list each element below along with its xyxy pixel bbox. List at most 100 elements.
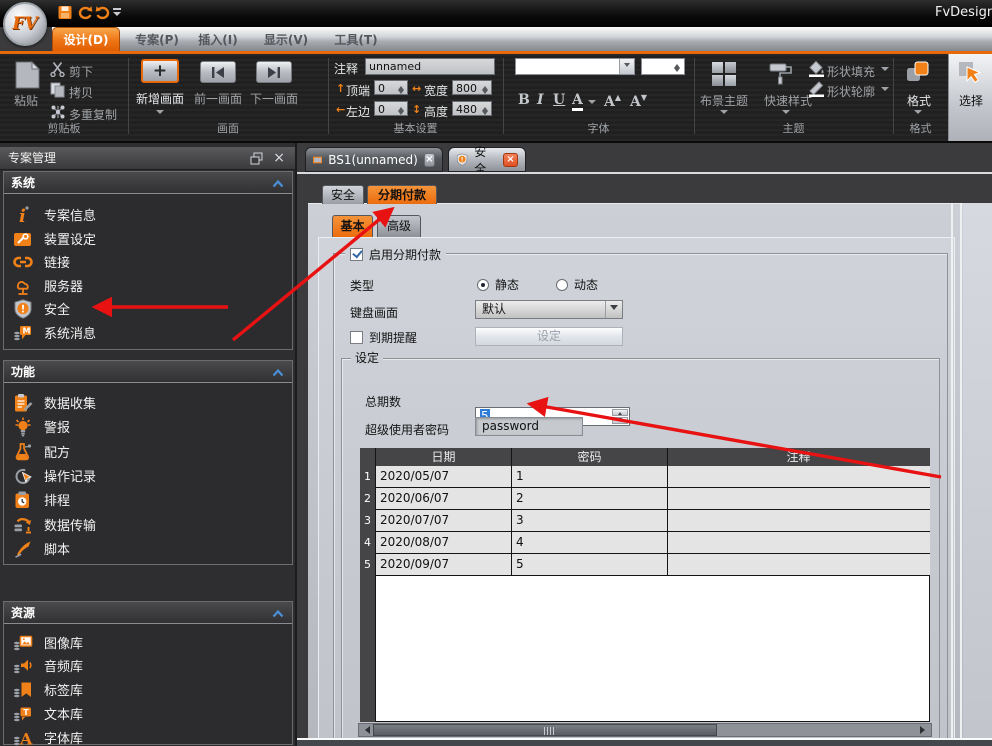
radio-static[interactable]: 静态 — [477, 276, 519, 293]
copy-label[interactable]: 拷贝 — [69, 84, 93, 101]
tab-design[interactable]: 设计(D) — [52, 27, 120, 51]
shape-fill-label[interactable]: 形状填充 — [827, 63, 875, 80]
cell-comment[interactable] — [668, 488, 929, 509]
subtab-basic[interactable]: 基本 — [332, 215, 373, 237]
sidebar-item-recipe[interactable]: 配方 — [10, 440, 290, 463]
superuser-password-input[interactable]: password — [475, 417, 583, 436]
tab-tools[interactable]: 工具(T) — [326, 29, 386, 51]
close-tab-icon[interactable]: × — [503, 153, 518, 167]
new-screen-dropdown-icon[interactable] — [156, 110, 164, 118]
radio-dynamic[interactable]: 动态 — [556, 276, 598, 293]
sidebar-item-alarm[interactable]: 警报 — [10, 415, 290, 438]
next-screen-button[interactable] — [256, 61, 292, 83]
cell-password[interactable]: 5 — [512, 554, 668, 575]
table-horizontal-scrollbar[interactable] — [358, 723, 932, 737]
scroll-left-icon[interactable] — [359, 724, 372, 736]
section-header-system[interactable]: 系统 — [4, 172, 292, 194]
new-screen-button[interactable]: + — [141, 59, 179, 83]
quick-style-icon[interactable] — [768, 61, 794, 87]
table-row[interactable]: 2020/08/07 4 — [376, 532, 930, 554]
note-input[interactable]: unnamed — [365, 58, 495, 75]
font-color-button[interactable]: A — [572, 92, 583, 111]
font-family-select[interactable] — [515, 58, 635, 75]
collapse-icon[interactable] — [272, 368, 284, 377]
sidebar-item-audio-library[interactable]: 音频库 — [10, 654, 290, 677]
keyboard-screen-select[interactable]: 默认 — [475, 300, 623, 319]
underline-button[interactable]: U — [553, 92, 565, 108]
cell-date[interactable]: 2020/08/07 — [376, 532, 512, 553]
quick-access-dropdown-icon[interactable] — [113, 8, 122, 20]
cell-password[interactable]: 3 — [512, 510, 668, 531]
cell-comment[interactable] — [668, 532, 929, 553]
multi-copy-label[interactable]: 多重复制 — [69, 106, 117, 123]
column-header-password[interactable]: 密码 — [512, 448, 668, 466]
sidebar-item-device-settings[interactable]: 装置设定 — [10, 227, 290, 250]
select-tool-panel[interactable]: 选择 — [948, 54, 992, 141]
font-color-dropdown-icon[interactable] — [588, 100, 596, 108]
width-input[interactable]: 800 — [452, 80, 492, 95]
height-input[interactable]: 480 — [452, 101, 492, 116]
cell-date[interactable]: 2020/07/07 — [376, 510, 512, 531]
shape-fill-icon[interactable] — [808, 60, 825, 77]
column-header-comment[interactable]: 注释 — [668, 448, 929, 466]
tab-insert[interactable]: 插入(I) — [192, 29, 244, 51]
scroll-right-icon[interactable] — [918, 724, 931, 736]
undo-icon[interactable] — [76, 5, 93, 21]
sidebar-item-link[interactable]: 链接 — [10, 250, 290, 273]
collapse-icon[interactable] — [272, 609, 284, 618]
collapse-icon[interactable] — [272, 179, 284, 188]
cell-comment[interactable] — [668, 466, 929, 487]
sidebar-item-security[interactable]: 安全 — [10, 297, 290, 320]
font-size-spinner[interactable] — [641, 58, 685, 75]
cell-date[interactable]: 2020/09/07 — [376, 554, 512, 575]
left-spinner[interactable] — [395, 103, 406, 114]
sidebar-item-tag-library[interactable]: 标签库 — [10, 678, 290, 701]
sidebar-item-system-message[interactable]: M 系统消息 — [10, 321, 290, 344]
doc-tab-security[interactable]: 安全 × — [448, 147, 526, 172]
reminder-settings-button[interactable]: 设定 — [475, 327, 623, 346]
copy-icon[interactable] — [50, 82, 66, 98]
page-tab-security[interactable]: 安全 — [322, 185, 364, 204]
sidebar-item-data-collection[interactable]: 数据收集 — [10, 391, 290, 414]
scene-theme-icon[interactable] — [712, 62, 736, 86]
cell-date[interactable]: 2020/05/07 — [376, 466, 512, 487]
combo-dropdown-icon[interactable] — [605, 301, 622, 318]
sidebar-item-data-transfer[interactable]: 数据传输 — [10, 513, 290, 536]
radio-unselected-icon[interactable] — [556, 279, 568, 291]
bold-button[interactable]: B — [518, 92, 530, 108]
float-panel-icon[interactable] — [250, 152, 263, 165]
font-family-dropdown-icon[interactable] — [619, 59, 634, 74]
total-periods-spinner[interactable] — [612, 409, 628, 424]
tab-display[interactable]: 显示(V) — [256, 29, 316, 51]
checkbox-checked-icon[interactable] — [350, 248, 363, 261]
table-row[interactable]: 2020/06/07 2 — [376, 488, 930, 510]
cut-label[interactable]: 剪下 — [69, 63, 93, 80]
page-tab-installment[interactable]: 分期付款 — [367, 185, 437, 204]
shape-outline-dropdown-icon[interactable] — [881, 87, 889, 95]
table-row[interactable]: 2020/05/07 1 — [376, 466, 930, 488]
font-size-spin-buttons[interactable] — [670, 60, 683, 73]
close-panel-icon[interactable]: × — [273, 147, 285, 170]
cell-date[interactable]: 2020/06/07 — [376, 488, 512, 509]
grow-font-button[interactable]: A▲ — [604, 92, 621, 110]
table-row[interactable]: 2020/07/07 3 — [376, 510, 930, 532]
multi-copy-icon[interactable] — [50, 104, 66, 120]
top-spinner[interactable] — [395, 82, 406, 93]
shape-outline-label[interactable]: 形状轮廓 — [827, 83, 875, 100]
height-spinner[interactable] — [479, 103, 490, 114]
section-header-function[interactable]: 功能 — [4, 361, 292, 383]
shrink-font-button[interactable]: A▼ — [630, 92, 647, 110]
radio-selected-icon[interactable] — [477, 279, 489, 291]
cell-comment[interactable] — [668, 510, 929, 531]
sidebar-item-schedule[interactable]: 排程 — [10, 488, 290, 511]
sidebar-item-operation-log[interactable]: 操作记录 — [10, 464, 290, 487]
quick-style-label[interactable]: 快速样式 — [764, 92, 812, 109]
column-header-date[interactable]: 日期 — [376, 448, 512, 466]
quick-style-dropdown-icon[interactable] — [782, 110, 790, 118]
subtab-advanced[interactable]: 高级 — [377, 215, 421, 237]
italic-button[interactable]: I — [537, 92, 544, 108]
paste-button[interactable] — [10, 60, 44, 90]
top-input[interactable]: 0 — [374, 80, 408, 95]
sidebar-item-server[interactable]: 服务器 — [10, 274, 290, 297]
fv-logo[interactable]: FV — [3, 2, 47, 46]
